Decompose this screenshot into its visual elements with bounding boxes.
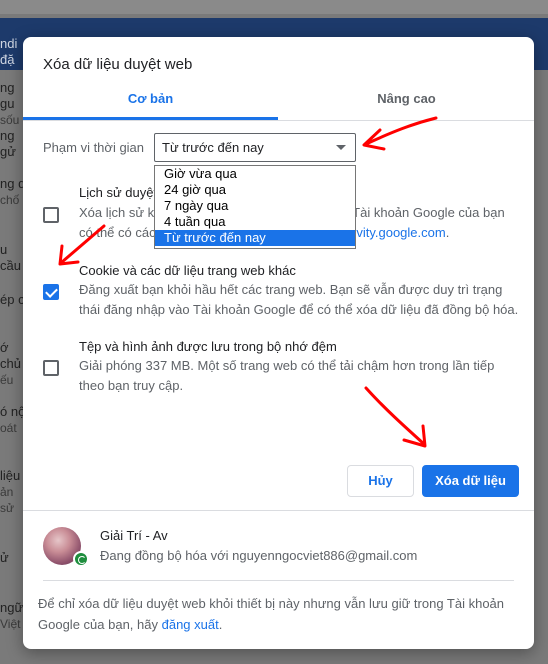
section-divider xyxy=(23,510,534,511)
time-range-option-7-days[interactable]: 7 ngày qua xyxy=(155,198,355,214)
time-range-option-last-hour[interactable]: Giờ vừa qua xyxy=(155,166,355,182)
time-range-option-all-time[interactable]: Từ trước đến nay xyxy=(155,230,355,246)
sync-icon xyxy=(73,551,89,567)
account-name: Giải Trí - Av xyxy=(100,528,168,543)
cancel-button[interactable]: Hủy xyxy=(347,465,414,497)
time-range-option-4-weeks[interactable]: 4 tuần qua xyxy=(155,214,355,230)
cache-option: Tệp và hình ảnh được lưu trong bộ nhớ đệ… xyxy=(43,339,519,399)
time-range-selected-value: Từ trước đến nay xyxy=(162,140,264,155)
time-range-label: Phạm vi thời gian xyxy=(43,140,145,155)
dialog-title: Xóa dữ liệu duyệt web xyxy=(43,56,193,73)
time-range-select[interactable]: Từ trước đến nay xyxy=(154,133,356,162)
cache-checkbox[interactable] xyxy=(43,360,59,376)
cookies-option: Cookie và các dữ liệu trang web khác Đăn… xyxy=(43,263,519,323)
active-tab-indicator xyxy=(23,117,278,120)
clear-data-button[interactable]: Xóa dữ liệu xyxy=(422,465,519,497)
cache-title: Tệp và hình ảnh được lưu trong bộ nhớ đệ… xyxy=(79,339,337,354)
account-sync-status: Đang đồng bộ hóa với nguyenngocviet886@g… xyxy=(100,548,418,563)
cookies-desc: Đăng xuất bạn khỏi hầu hết các trang web… xyxy=(79,282,519,317)
chevron-down-icon xyxy=(336,145,346,150)
time-range-option-24-hours[interactable]: 24 giờ qua xyxy=(155,182,355,198)
tab-basic[interactable]: Cơ bản xyxy=(23,85,278,121)
footer-divider xyxy=(43,580,514,581)
clear-browsing-data-dialog: Xóa dữ liệu duyệt web Cơ bản Nâng cao Ph… xyxy=(23,37,534,649)
tab-advanced[interactable]: Nâng cao xyxy=(279,85,534,121)
background-top-bar xyxy=(0,0,548,14)
cache-desc: Giải phóng 337 MB. Một số trang web có t… xyxy=(79,358,495,393)
sign-out-link[interactable]: đăng xuất xyxy=(162,617,219,632)
footer-note: Để chỉ xóa dữ liệu duyệt web khỏi thiết … xyxy=(38,596,505,632)
cookies-checkbox[interactable] xyxy=(43,284,59,300)
browsing-history-title: Lịch sử duyệt xyxy=(79,185,158,200)
cookies-title: Cookie và các dữ liệu trang web khác xyxy=(79,263,296,278)
time-range-dropdown: Giờ vừa qua 24 giờ qua 7 ngày qua 4 tuần… xyxy=(154,165,356,249)
browsing-history-checkbox[interactable] xyxy=(43,207,59,223)
tab-bar: Cơ bản Nâng cao xyxy=(23,85,534,121)
